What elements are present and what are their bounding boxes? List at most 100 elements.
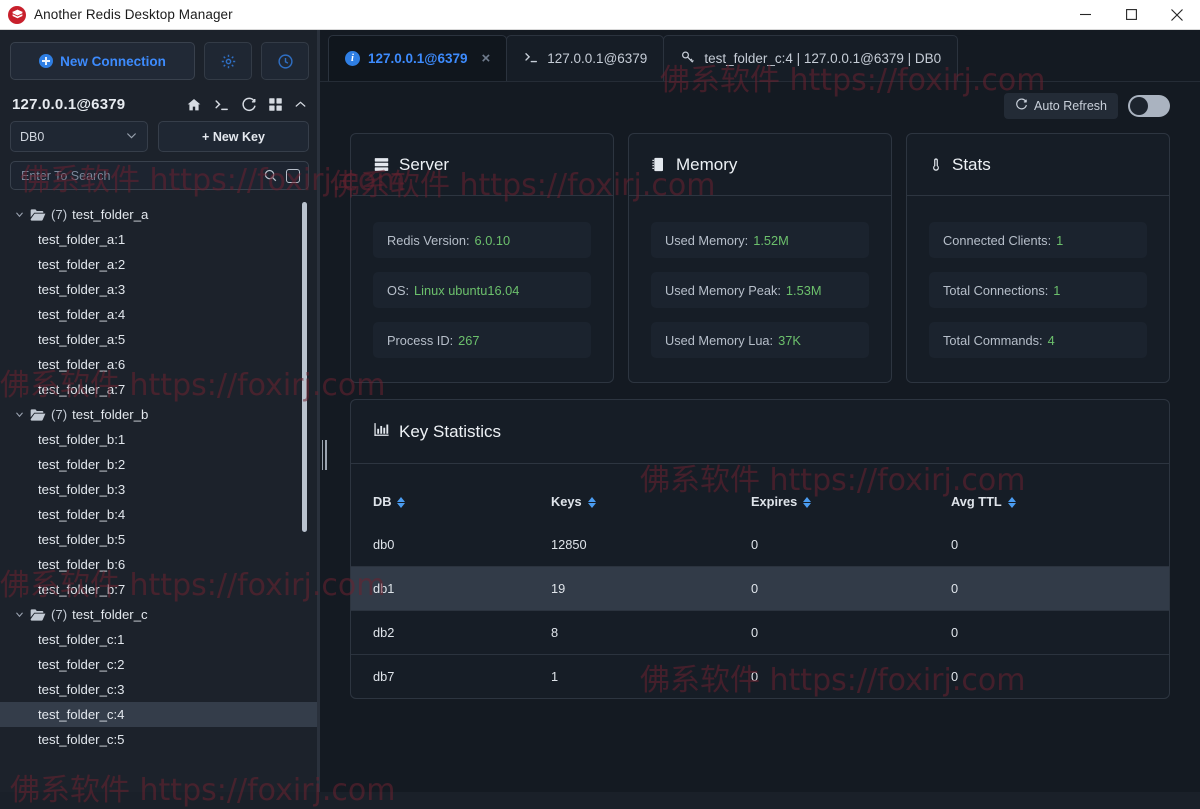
info-card-title: Memory	[676, 155, 737, 175]
history-button[interactable]	[261, 42, 309, 80]
key-icon	[680, 50, 696, 68]
connection-header: 127.0.0.1@6379	[0, 90, 319, 121]
close-button[interactable]	[1154, 0, 1200, 30]
memory-chip-icon	[651, 156, 667, 173]
tree-key-item[interactable]: test_folder_b:2	[0, 452, 319, 477]
plus-circle-icon	[39, 54, 53, 68]
splitter-grip[interactable]	[320, 438, 328, 472]
info-row: Total Commands:4	[929, 322, 1147, 358]
search-input[interactable]	[21, 169, 255, 183]
info-row-key: OS:	[387, 283, 409, 298]
window-title: Another Redis Desktop Manager	[34, 7, 233, 22]
tree-key-item[interactable]: test_folder_a:2	[0, 252, 319, 277]
cell-keys: 19	[551, 567, 751, 611]
tree-key-item[interactable]: test_folder_b:7	[0, 577, 319, 602]
tree-folder[interactable]: (7)test_folder_a	[0, 202, 319, 227]
chevron-down-icon[interactable]	[14, 409, 25, 420]
minimize-button[interactable]	[1062, 0, 1108, 30]
connection-toolbar: New Connection	[0, 30, 319, 90]
key-statistics-header: Key Statistics	[351, 400, 1169, 464]
info-row: Total Connections:1	[929, 272, 1147, 308]
folder-open-icon	[30, 608, 46, 622]
auto-refresh-toggle[interactable]	[1128, 95, 1170, 117]
cell-expires: 0	[751, 655, 951, 699]
tree-key-item[interactable]: test_folder_b:3	[0, 477, 319, 502]
tree-key-item[interactable]: test_folder_c:3	[0, 677, 319, 702]
tree-key-item[interactable]: test_folder_a:5	[0, 327, 319, 352]
info-row-value: 6.0.10	[475, 233, 511, 248]
chevron-up-icon[interactable]	[294, 98, 307, 111]
key-statistics-table: DBKeysExpiresAvg TTL db01285000db11900db…	[351, 464, 1169, 698]
key-tree[interactable]: (7)test_folder_a test_folder_a:1 test_fold…	[0, 200, 319, 792]
tree-key-item[interactable]: test_folder_c:4	[0, 702, 319, 727]
server-icon	[373, 156, 390, 173]
chevron-down-icon[interactable]	[14, 209, 25, 220]
column-header-label: Expires	[751, 494, 797, 509]
tree-key-label: test_folder_c:1	[38, 632, 125, 647]
sort-arrows-icon[interactable]	[1008, 497, 1016, 508]
search-bar	[10, 161, 309, 190]
tree-key-item[interactable]: test_folder_c:2	[0, 652, 319, 677]
new-connection-button[interactable]: New Connection	[10, 42, 195, 80]
tree-folder-count: (7)	[51, 407, 67, 422]
sidebar-scrollbar-thumb[interactable]	[302, 202, 307, 532]
info-card-header: Memory	[629, 134, 891, 196]
auto-refresh-button[interactable]: Auto Refresh	[1004, 93, 1118, 119]
cell-keys: 8	[551, 611, 751, 655]
refresh-icon[interactable]	[241, 97, 257, 113]
tree-folder[interactable]: (7)test_folder_c	[0, 602, 319, 627]
tree-key-item[interactable]: test_folder_c:5	[0, 727, 319, 752]
refresh-icon	[1015, 98, 1028, 114]
database-select[interactable]: DB0	[10, 121, 148, 152]
info-row-key: Process ID:	[387, 333, 453, 348]
chevron-down-icon[interactable]	[14, 609, 25, 620]
connection-name: 127.0.0.1@6379	[12, 96, 125, 113]
sort-arrows-icon[interactable]	[803, 497, 811, 508]
tab-close-icon[interactable]: ×	[482, 51, 491, 66]
terminal-icon[interactable]	[213, 97, 230, 113]
app-body: New Connection 127.0.0.1@6379	[0, 30, 1200, 792]
tree-key-label: test_folder_a:2	[38, 257, 125, 272]
window-titlebar: Another Redis Desktop Manager	[0, 0, 1200, 30]
table-row[interactable]: db11900	[351, 567, 1169, 611]
column-header-avg-ttl[interactable]: Avg TTL	[951, 464, 1169, 523]
column-header-expires[interactable]: Expires	[751, 464, 951, 523]
tree-key-item[interactable]: test_folder_b:4	[0, 502, 319, 527]
tree-key-item[interactable]: test_folder_b:6	[0, 552, 319, 577]
settings-button[interactable]	[204, 42, 252, 80]
search-icon[interactable]	[263, 168, 278, 183]
search-regex-checkbox[interactable]	[286, 169, 300, 183]
redis-logo-icon	[8, 6, 26, 24]
tree-folder-label: test_folder_b	[72, 407, 148, 422]
sort-arrows-icon[interactable]	[397, 497, 405, 508]
tree-key-item[interactable]: test_folder_b:5	[0, 527, 319, 552]
new-key-button[interactable]: + New Key	[158, 121, 309, 152]
tree-key-item[interactable]: test_folder_a:4	[0, 302, 319, 327]
tree-key-item[interactable]: test_folder_a:7	[0, 377, 319, 402]
table-row[interactable]: db01285000	[351, 523, 1169, 567]
table-row[interactable]: db2800	[351, 611, 1169, 655]
tree-key-item[interactable]: test_folder_a:3	[0, 277, 319, 302]
info-row: Redis Version:6.0.10	[373, 222, 591, 258]
auto-refresh-row: Auto Refresh	[350, 82, 1170, 133]
tree-key-item[interactable]: test_folder_c:1	[0, 627, 319, 652]
column-header-db[interactable]: DB	[351, 464, 551, 523]
tree-key-label: test_folder_a:6	[38, 357, 125, 372]
sort-arrows-icon[interactable]	[588, 497, 596, 508]
auto-refresh-label: Auto Refresh	[1034, 99, 1107, 113]
maximize-button[interactable]	[1108, 0, 1154, 30]
tree-key-item[interactable]: test_folder_a:1	[0, 227, 319, 252]
cell-db: db1	[351, 567, 551, 611]
tab-2[interactable]: test_folder_c:4 | 127.0.0.1@6379 | DB0	[663, 35, 958, 81]
table-row[interactable]: db7100	[351, 655, 1169, 699]
grid-icon[interactable]	[268, 97, 283, 112]
tab-1[interactable]: 127.0.0.1@6379	[506, 35, 664, 81]
tree-key-label: test_folder_a:1	[38, 232, 125, 247]
home-icon[interactable]	[186, 97, 202, 113]
tree-key-item[interactable]: test_folder_b:1	[0, 427, 319, 452]
new-key-label: + New Key	[202, 130, 265, 144]
tree-key-item[interactable]: test_folder_a:6	[0, 352, 319, 377]
column-header-keys[interactable]: Keys	[551, 464, 751, 523]
tree-folder[interactable]: (7) test_folder_b	[0, 402, 319, 427]
tab-0[interactable]: i127.0.0.1@6379×	[328, 35, 507, 81]
